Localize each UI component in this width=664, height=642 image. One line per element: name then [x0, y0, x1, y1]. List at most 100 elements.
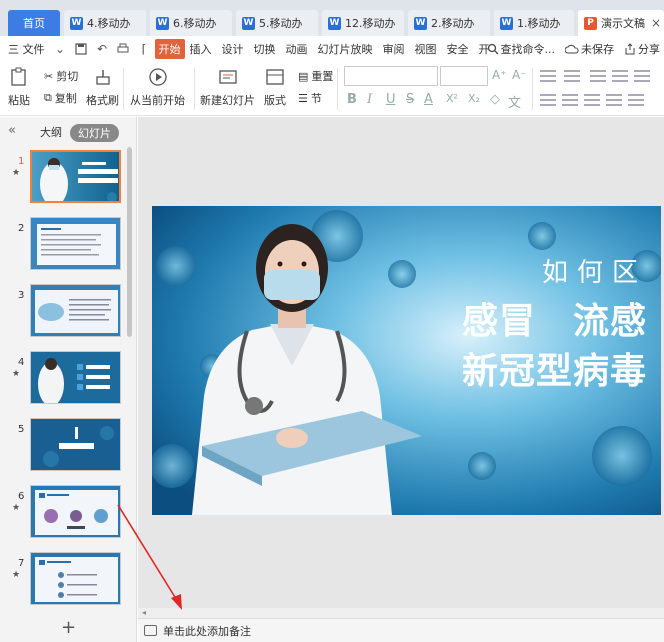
slide-thumbnail-1[interactable]: 1 ★ — [0, 150, 128, 206]
slide-editing-canvas[interactable]: 如何区 感冒 流感 新冠型病毒 — [138, 117, 664, 612]
slide-title-line-2[interactable]: 感冒 流感 — [462, 292, 647, 344]
close-icon[interactable]: × — [651, 16, 661, 30]
tab-doc-6[interactable]: W 6.移动办 — [150, 10, 232, 36]
menu-view[interactable]: 视图 — [410, 41, 442, 57]
cut-button[interactable]: ✂ 剪切 — [44, 68, 78, 84]
menu-review[interactable]: 审阅 — [378, 41, 410, 57]
collapse-panel-icon[interactable]: « — [8, 123, 16, 138]
indent-decrease-icon[interactable] — [590, 70, 606, 82]
menu-transition[interactable]: 切换 — [249, 41, 281, 57]
underline-button[interactable]: U — [386, 92, 396, 107]
play-from-current-button[interactable]: 从当前开始 — [130, 66, 185, 108]
slide-thumbnail-6[interactable]: 6 ★ — [0, 485, 128, 541]
layout-icon — [264, 66, 286, 88]
paste-button[interactable]: 粘贴 — [8, 66, 30, 108]
brush-icon — [92, 66, 114, 88]
search-command[interactable]: 查找命令... — [487, 41, 555, 57]
bullet-list-icon[interactable] — [540, 70, 556, 82]
play-from-current-label: 从当前开始 — [130, 94, 185, 107]
ribbon: 粘贴 ✂ 剪切 ⧉ 复制 格式刷 从当前开始 新建幻灯片 版式 ▤ 重置 ☰ 节 A⁺ … — [0, 62, 664, 116]
notes-bar[interactable]: 单击此处添加备注 — [138, 618, 664, 642]
italic-button[interactable]: I — [367, 92, 372, 107]
undo-icon[interactable]: ↶ — [95, 42, 110, 57]
menu-security[interactable]: 安全 — [442, 41, 474, 57]
share-icon — [625, 43, 635, 55]
grow-font-button[interactable]: A⁺ — [492, 68, 507, 82]
justify-icon[interactable] — [606, 94, 622, 106]
menu-start[interactable]: 开始 — [154, 39, 185, 59]
horizontal-scrollbar[interactable]: ◂ — [138, 608, 664, 618]
tab-doc-4[interactable]: W 4.移动办 — [64, 10, 146, 36]
slide-thumbnail-3[interactable]: 3 — [0, 284, 128, 340]
align-left-icon[interactable] — [540, 94, 556, 106]
tab-outline[interactable]: 大纲 — [40, 124, 62, 140]
font-size-select[interactable] — [440, 66, 488, 86]
menu-slideshow[interactable]: 幻灯片放映 — [313, 41, 378, 57]
section-icon: ☰ — [298, 91, 308, 105]
slide-thumbnail-4[interactable]: 4 ★ — [0, 351, 128, 407]
current-slide[interactable]: 如何区 感冒 流感 新冠型病毒 — [152, 206, 661, 515]
subscript-button[interactable]: X₂ — [468, 92, 480, 105]
section-button[interactable]: ☰ 节 — [298, 90, 322, 106]
copy-button[interactable]: ⧉ 复制 — [44, 90, 77, 106]
slide-thumbnail-7[interactable]: 7 ★ — [0, 552, 128, 608]
search-icon — [487, 43, 498, 55]
share-button[interactable]: 分享 — [624, 41, 660, 57]
add-slide-button[interactable]: + — [61, 617, 76, 638]
numbered-list-icon[interactable] — [564, 70, 580, 82]
slide-thumbnail-2[interactable]: 2 — [0, 217, 128, 273]
word-icon: W — [414, 16, 427, 30]
layout-button[interactable]: 版式 — [264, 66, 286, 108]
slide-title-line-1[interactable]: 如何区 — [542, 252, 647, 289]
distribute-icon[interactable] — [628, 94, 644, 106]
notes-icon — [144, 625, 157, 636]
tab-home[interactable]: 首页 — [8, 10, 60, 36]
menu-design[interactable]: 设计 — [217, 41, 249, 57]
copy-label: 复制 — [54, 92, 77, 105]
tab-doc-12[interactable]: W 12.移动办 — [322, 10, 404, 36]
slide-number: 1 — [18, 156, 25, 167]
bold-button[interactable]: B — [347, 92, 357, 107]
tab-doc-5[interactable]: W 5.移动办 — [236, 10, 318, 36]
strikethrough-button[interactable]: S — [406, 92, 414, 107]
more-icon[interactable]: ⌈ — [137, 42, 152, 57]
menu-bar: 三 文件 ⌄ ↶ ⌈ 开始 插入 设计 切换 动画 幻灯片放映 审阅 视图 安全… — [0, 36, 664, 62]
word-icon: W — [328, 16, 341, 30]
animation-star-icon: ★ — [12, 503, 21, 513]
scroll-left-icon[interactable]: ◂ — [142, 608, 146, 617]
tab-doc-1[interactable]: W 1.移动办 — [494, 10, 574, 36]
font-color-button[interactable]: A — [424, 92, 433, 107]
tab-label: 12.移动办 — [345, 17, 396, 30]
menu-animation[interactable]: 动画 — [281, 41, 313, 57]
tab-doc-2[interactable]: W 2.移动办 — [408, 10, 490, 36]
file-menu[interactable]: 三 文件 — [0, 41, 50, 57]
format-painter-button[interactable]: 格式刷 — [86, 66, 119, 108]
align-right-icon[interactable] — [584, 94, 600, 106]
shrink-font-button[interactable]: A⁻ — [512, 68, 527, 82]
tab-bar: 首页 W 4.移动办 W 6.移动办 W 5.移动办 W 12.移动办 W 2.移动办 W… — [0, 0, 664, 36]
tab-presentation[interactable]: P 演示文稿 × — [578, 10, 664, 36]
font-name-select[interactable] — [344, 66, 438, 86]
columns-icon[interactable] — [634, 70, 650, 82]
animation-star-icon: ★ — [12, 168, 21, 178]
superscript-button[interactable]: X² — [446, 92, 458, 105]
align-center-icon[interactable] — [562, 94, 578, 106]
indent-increase-icon[interactable] — [612, 70, 628, 82]
text-effect-button[interactable]: 文 — [508, 92, 521, 111]
tab-slides[interactable]: 幻灯片 — [70, 124, 119, 142]
print-icon[interactable] — [116, 42, 131, 57]
slide-thumbnail-panel: « 大纲 幻灯片 1 ★ 2 3 4 ★ 5 6 ★ 7 ★ + — [0, 117, 137, 642]
chevron-down-icon[interactable]: ⌄ — [53, 42, 68, 57]
new-slide-button[interactable]: 新建幻灯片 — [200, 66, 255, 108]
save-icon[interactable] — [74, 42, 89, 57]
slide-title-line-3[interactable]: 新冠型病毒 — [462, 342, 647, 394]
clear-format-button[interactable]: ◇ — [490, 92, 500, 107]
layout-label: 版式 — [264, 94, 286, 107]
reset-button[interactable]: ▤ 重置 — [298, 68, 333, 84]
menu-insert[interactable]: 插入 — [185, 41, 217, 57]
play-icon — [147, 66, 169, 88]
thumbnail-scrollbar[interactable] — [127, 147, 132, 337]
thumbnail-image — [30, 552, 121, 605]
slide-thumbnail-5[interactable]: 5 — [0, 418, 128, 474]
unsaved-button[interactable]: 未保存 — [565, 41, 614, 57]
